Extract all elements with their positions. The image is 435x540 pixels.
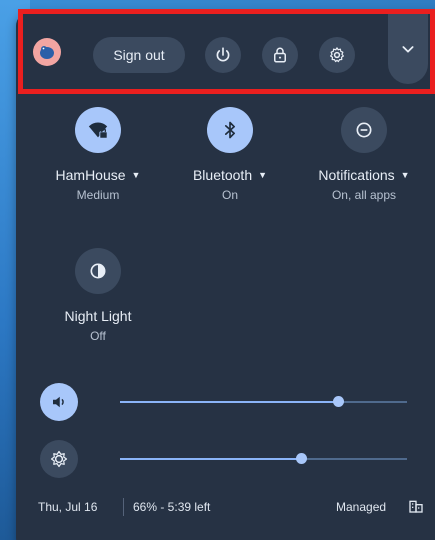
- tile-night-light[interactable]: Night Light Off: [38, 248, 158, 343]
- date-label[interactable]: Thu, Jul 16: [38, 500, 97, 514]
- caret-down-icon: ▼: [400, 170, 410, 180]
- footer-divider: [123, 498, 124, 516]
- volume-slider-fill: [120, 401, 339, 403]
- managed-label[interactable]: Managed: [336, 500, 386, 514]
- tile-network[interactable]: HamHouse ▼ Medium: [38, 107, 158, 202]
- chevron-down-icon: [402, 46, 414, 53]
- gear-icon: [330, 47, 344, 63]
- notifications-status: On, all apps: [331, 188, 397, 202]
- settings-button[interactable]: [319, 37, 355, 73]
- bluetooth-icon[interactable]: [207, 107, 253, 153]
- bluetooth-status: On: [221, 188, 238, 202]
- lock-icon: [274, 47, 286, 63]
- power-button[interactable]: [205, 37, 241, 73]
- tile-notifications[interactable]: Notifications ▼ On, all apps: [304, 107, 424, 202]
- caret-down-icon: ▼: [258, 170, 268, 180]
- speaker-icon: [53, 396, 64, 408]
- brightness-slider-fill: [120, 458, 301, 460]
- power-icon: [216, 47, 230, 62]
- brightness-slider-thumb[interactable]: [295, 453, 307, 464]
- sign-out-label: Sign out: [113, 47, 165, 63]
- bluetooth-label: Bluetooth: [192, 167, 253, 183]
- network-status: Medium: [76, 188, 120, 202]
- night-light-label: Night Light: [64, 308, 132, 324]
- brightness-icon: [50, 450, 68, 468]
- brightness-slider[interactable]: [120, 453, 407, 464]
- night-light-icon[interactable]: [75, 248, 121, 294]
- collapse-button[interactable]: [388, 14, 428, 84]
- brightness-button[interactable]: [40, 440, 78, 478]
- lock-button[interactable]: [262, 37, 298, 73]
- avatar-icon[interactable]: [33, 38, 61, 66]
- network-label: HamHouse: [55, 167, 126, 183]
- notifications-icon[interactable]: [341, 107, 387, 153]
- caret-down-icon: ▼: [131, 170, 141, 180]
- night-light-status: Off: [90, 329, 106, 343]
- managed-building-icon[interactable]: [408, 498, 424, 519]
- volume-slider[interactable]: [120, 396, 407, 407]
- tile-bluetooth[interactable]: Bluetooth ▼ On: [170, 107, 290, 202]
- battery-status[interactable]: 66% - 5:39 left: [133, 500, 210, 514]
- notifications-label: Notifications: [318, 167, 395, 183]
- volume-button[interactable]: [40, 383, 78, 421]
- sign-out-button[interactable]: Sign out: [93, 37, 185, 73]
- top-bar: Sign out: [16, 12, 435, 92]
- wifi-lock-icon[interactable]: [75, 107, 121, 153]
